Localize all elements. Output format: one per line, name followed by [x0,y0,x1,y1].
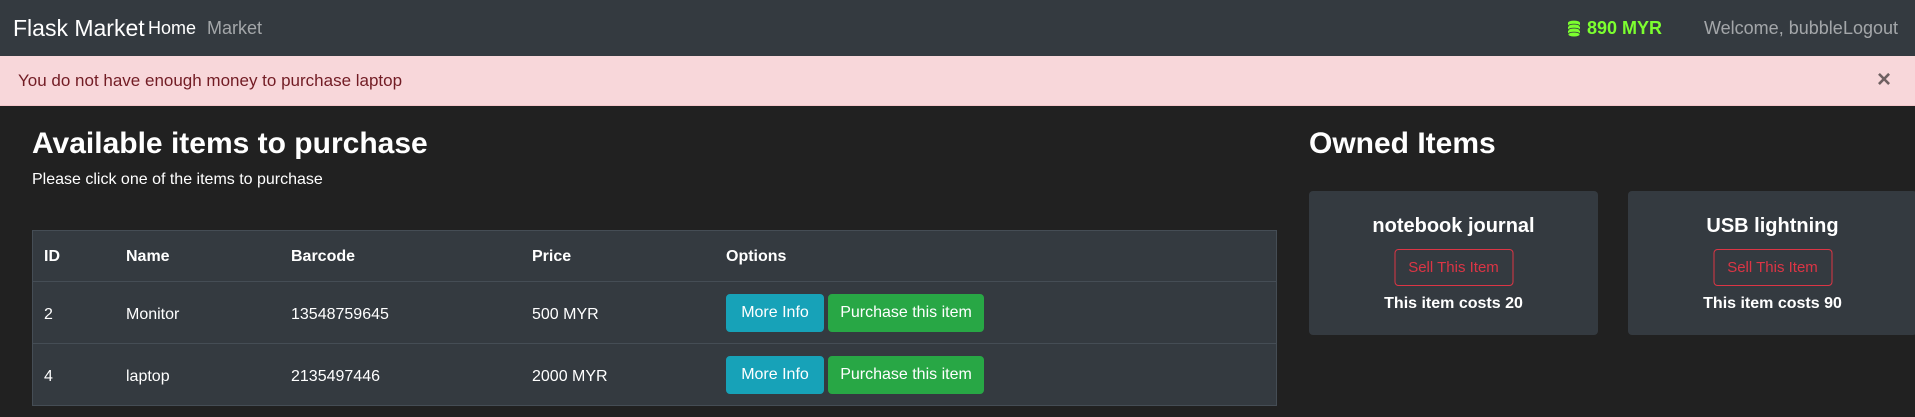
owned-items-heading: Owned Items [1309,127,1496,160]
owned-item-name: USB lightning [1706,215,1839,237]
column-header-barcode: Barcode [291,248,356,265]
logout-link[interactable]: Logout [1843,18,1898,39]
purchase-button[interactable]: Purchase this item [828,294,984,332]
navbar: Flask Market Home Market 890 MYR Welcome… [0,0,1915,56]
available-items-heading: Available items to purchase [32,127,428,160]
table-row: 2 Monitor 13548759645 500 MYR More Info … [33,281,1276,343]
more-info-button[interactable]: More Info [726,294,824,332]
owned-item-cost: This item costs 90 [1703,295,1842,312]
purchase-button[interactable]: Purchase this item [828,356,984,394]
owned-item-card: USB lightning Sell This Item This item c… [1628,191,1915,335]
alert-message: You do not have enough money to purchase… [18,71,403,90]
budget-amount: 890 MYR [1587,18,1663,38]
cell-barcode: 2135497446 [291,368,380,385]
sell-item-button[interactable]: Sell This Item [1713,249,1832,286]
cell-price: 500 MYR [532,306,599,323]
brand-logo[interactable]: Flask Market [13,15,145,42]
owned-item-card: notebook journal Sell This Item This ite… [1309,191,1598,335]
flash-alert: You do not have enough money to purchase… [0,56,1915,106]
cell-name: laptop [126,368,170,385]
budget-display: 890 MYR [1566,18,1662,39]
cell-barcode: 13548759645 [291,306,389,323]
column-header-price: Price [532,248,572,265]
cell-id: 4 [44,368,53,385]
coins-icon [1567,20,1581,37]
column-header-options: Options [726,248,787,265]
table-row: 4 laptop 2135497446 2000 MYR More Info P… [33,343,1276,405]
column-header-id: ID [44,248,60,265]
cell-price: 2000 MYR [532,368,608,385]
sell-item-button[interactable]: Sell This Item [1394,249,1513,286]
nav-link-market[interactable]: Market [207,18,262,39]
column-header-name: Name [126,248,170,265]
items-table: ID Name Barcode Price Options 2 Monitor … [32,230,1277,406]
cell-name: Monitor [126,306,180,323]
cell-id: 2 [44,306,53,323]
owned-item-name: notebook journal [1372,215,1535,237]
close-icon[interactable]: × [1877,68,1891,92]
table-header-row: ID Name Barcode Price Options [33,231,1276,281]
welcome-text: Welcome, bubble [1704,18,1843,38]
more-info-button[interactable]: More Info [726,356,824,394]
available-items-subtitle: Please click one of the items to purchas… [32,171,323,188]
owned-item-cost: This item costs 20 [1384,295,1523,312]
nav-link-home[interactable]: Home [148,18,196,39]
